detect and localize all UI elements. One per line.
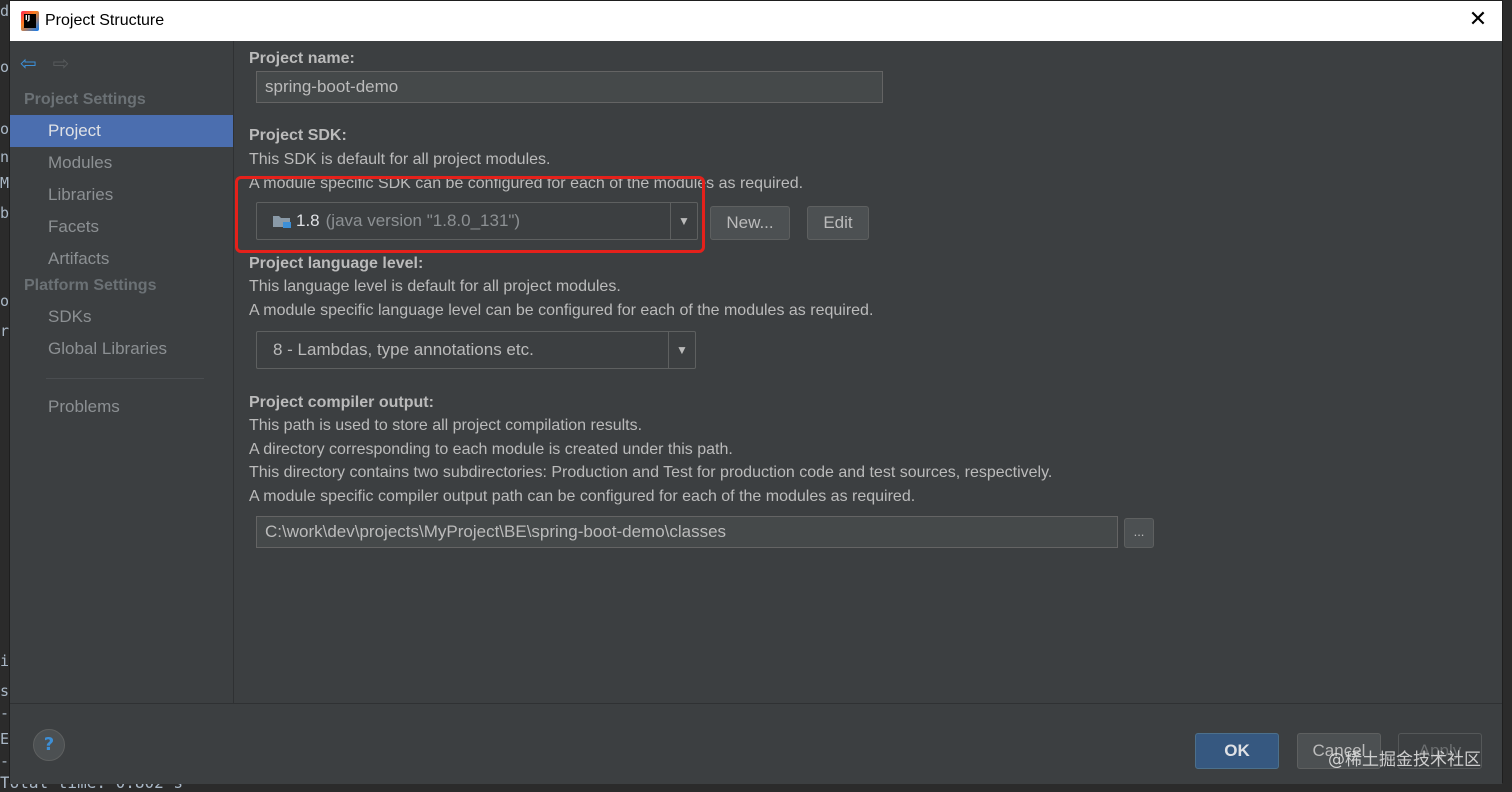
sdk-selected-name: 1.8 <box>296 211 320 230</box>
watermark: @稀土掘金技术社区 <box>1328 750 1481 770</box>
sidebar-item-label: Facets <box>48 217 100 236</box>
main-content: Project name: spring-boot-demo Project S… <box>235 41 1503 703</box>
compiler-output-desc-4: A module specific compiler output path c… <box>249 488 916 505</box>
language-level-dropdown[interactable]: 8 - Lambdas, type annotations etc. ▼ <box>256 331 696 369</box>
sidebar-item-problems[interactable]: Problems <box>10 391 233 423</box>
compiler-output-label: Project compiler output: <box>249 394 434 411</box>
help-button[interactable]: ? <box>33 729 65 761</box>
close-icon: ✕ <box>1468 7 1488 32</box>
dialog-footer: ? OK Cancel Apply <box>10 703 1502 784</box>
compiler-output-desc-1: This path is used to store all project c… <box>249 417 643 434</box>
project-name-input[interactable]: spring-boot-demo <box>256 71 883 103</box>
compiler-output-desc-3: This directory contains two subdirectori… <box>249 464 1053 481</box>
new-sdk-button[interactable]: New... <box>710 206 790 240</box>
compiler-output-path-input[interactable]: C:\work\dev\projects\MyProject\BE\spring… <box>256 516 1118 548</box>
platform-settings-header: Platform Settings <box>24 277 157 294</box>
project-sdk-label: Project SDK: <box>249 127 347 144</box>
browse-button[interactable]: ... <box>1124 518 1154 548</box>
window-title: Project Structure <box>45 12 165 29</box>
folder-icon <box>272 213 292 229</box>
close-button[interactable]: ✕ <box>1468 7 1488 32</box>
project-settings-header: Project Settings <box>24 91 146 108</box>
forward-arrow-icon[interactable]: ⇨ <box>53 53 70 73</box>
language-level-selected: 8 - Lambdas, type annotations etc. <box>273 340 534 359</box>
language-level-desc-1: This language level is default for all p… <box>249 278 621 295</box>
sidebar-item-facets[interactable]: Facets <box>10 211 233 243</box>
sidebar-item-project[interactable]: Project <box>10 115 233 147</box>
sidebar-divider <box>46 378 204 379</box>
sidebar-item-label: Artifacts <box>48 249 110 268</box>
back-arrow-icon[interactable]: ⇦ <box>20 53 37 73</box>
project-structure-dialog: IJ Project Structure ✕ ⇦ ⇨ Project Setti… <box>9 0 1503 784</box>
compiler-output-desc-2: A directory corresponding to each module… <box>249 441 733 458</box>
sidebar-item-label: Libraries <box>48 185 114 204</box>
project-sdk-desc-2: A module specific SDK can be configured … <box>249 175 804 192</box>
project-name-label: Project name: <box>249 50 355 67</box>
sidebar-item-global-libraries[interactable]: Global Libraries <box>10 333 233 365</box>
language-level-label: Project language level: <box>249 255 424 272</box>
intellij-app-icon: IJ <box>21 11 39 31</box>
sidebar-item-artifacts[interactable]: Artifacts <box>10 243 233 275</box>
chevron-down-icon: ▼ <box>670 203 697 239</box>
sdk-selected-detail: (java version "1.8.0_131") <box>325 211 521 230</box>
project-sdk-desc-1: This SDK is default for all project modu… <box>249 151 551 168</box>
chevron-down-icon: ▼ <box>668 332 695 368</box>
sidebar-item-modules[interactable]: Modules <box>10 147 233 179</box>
project-sdk-dropdown[interactable]: 1.8 (java version "1.8.0_131") ▼ <box>256 202 698 240</box>
title-bar: IJ Project Structure ✕ <box>10 1 1502 41</box>
sidebar-item-label: Modules <box>48 153 113 172</box>
help-icon: ? <box>43 734 55 755</box>
sidebar-item-sdks[interactable]: SDKs <box>10 301 233 333</box>
ok-button[interactable]: OK <box>1195 733 1279 769</box>
nav-arrows: ⇦ ⇨ <box>20 53 70 73</box>
sidebar: ⇦ ⇨ Project Settings Project Modules Lib… <box>10 41 234 703</box>
sidebar-item-label: Global Libraries <box>48 339 168 358</box>
sidebar-item-label: SDKs <box>48 307 92 326</box>
sidebar-item-libraries[interactable]: Libraries <box>10 179 233 211</box>
sidebar-item-label: Problems <box>48 397 120 416</box>
edit-sdk-button[interactable]: Edit <box>807 206 869 240</box>
language-level-desc-2: A module specific language level can be … <box>249 302 874 319</box>
sidebar-item-label: Project <box>48 121 101 140</box>
